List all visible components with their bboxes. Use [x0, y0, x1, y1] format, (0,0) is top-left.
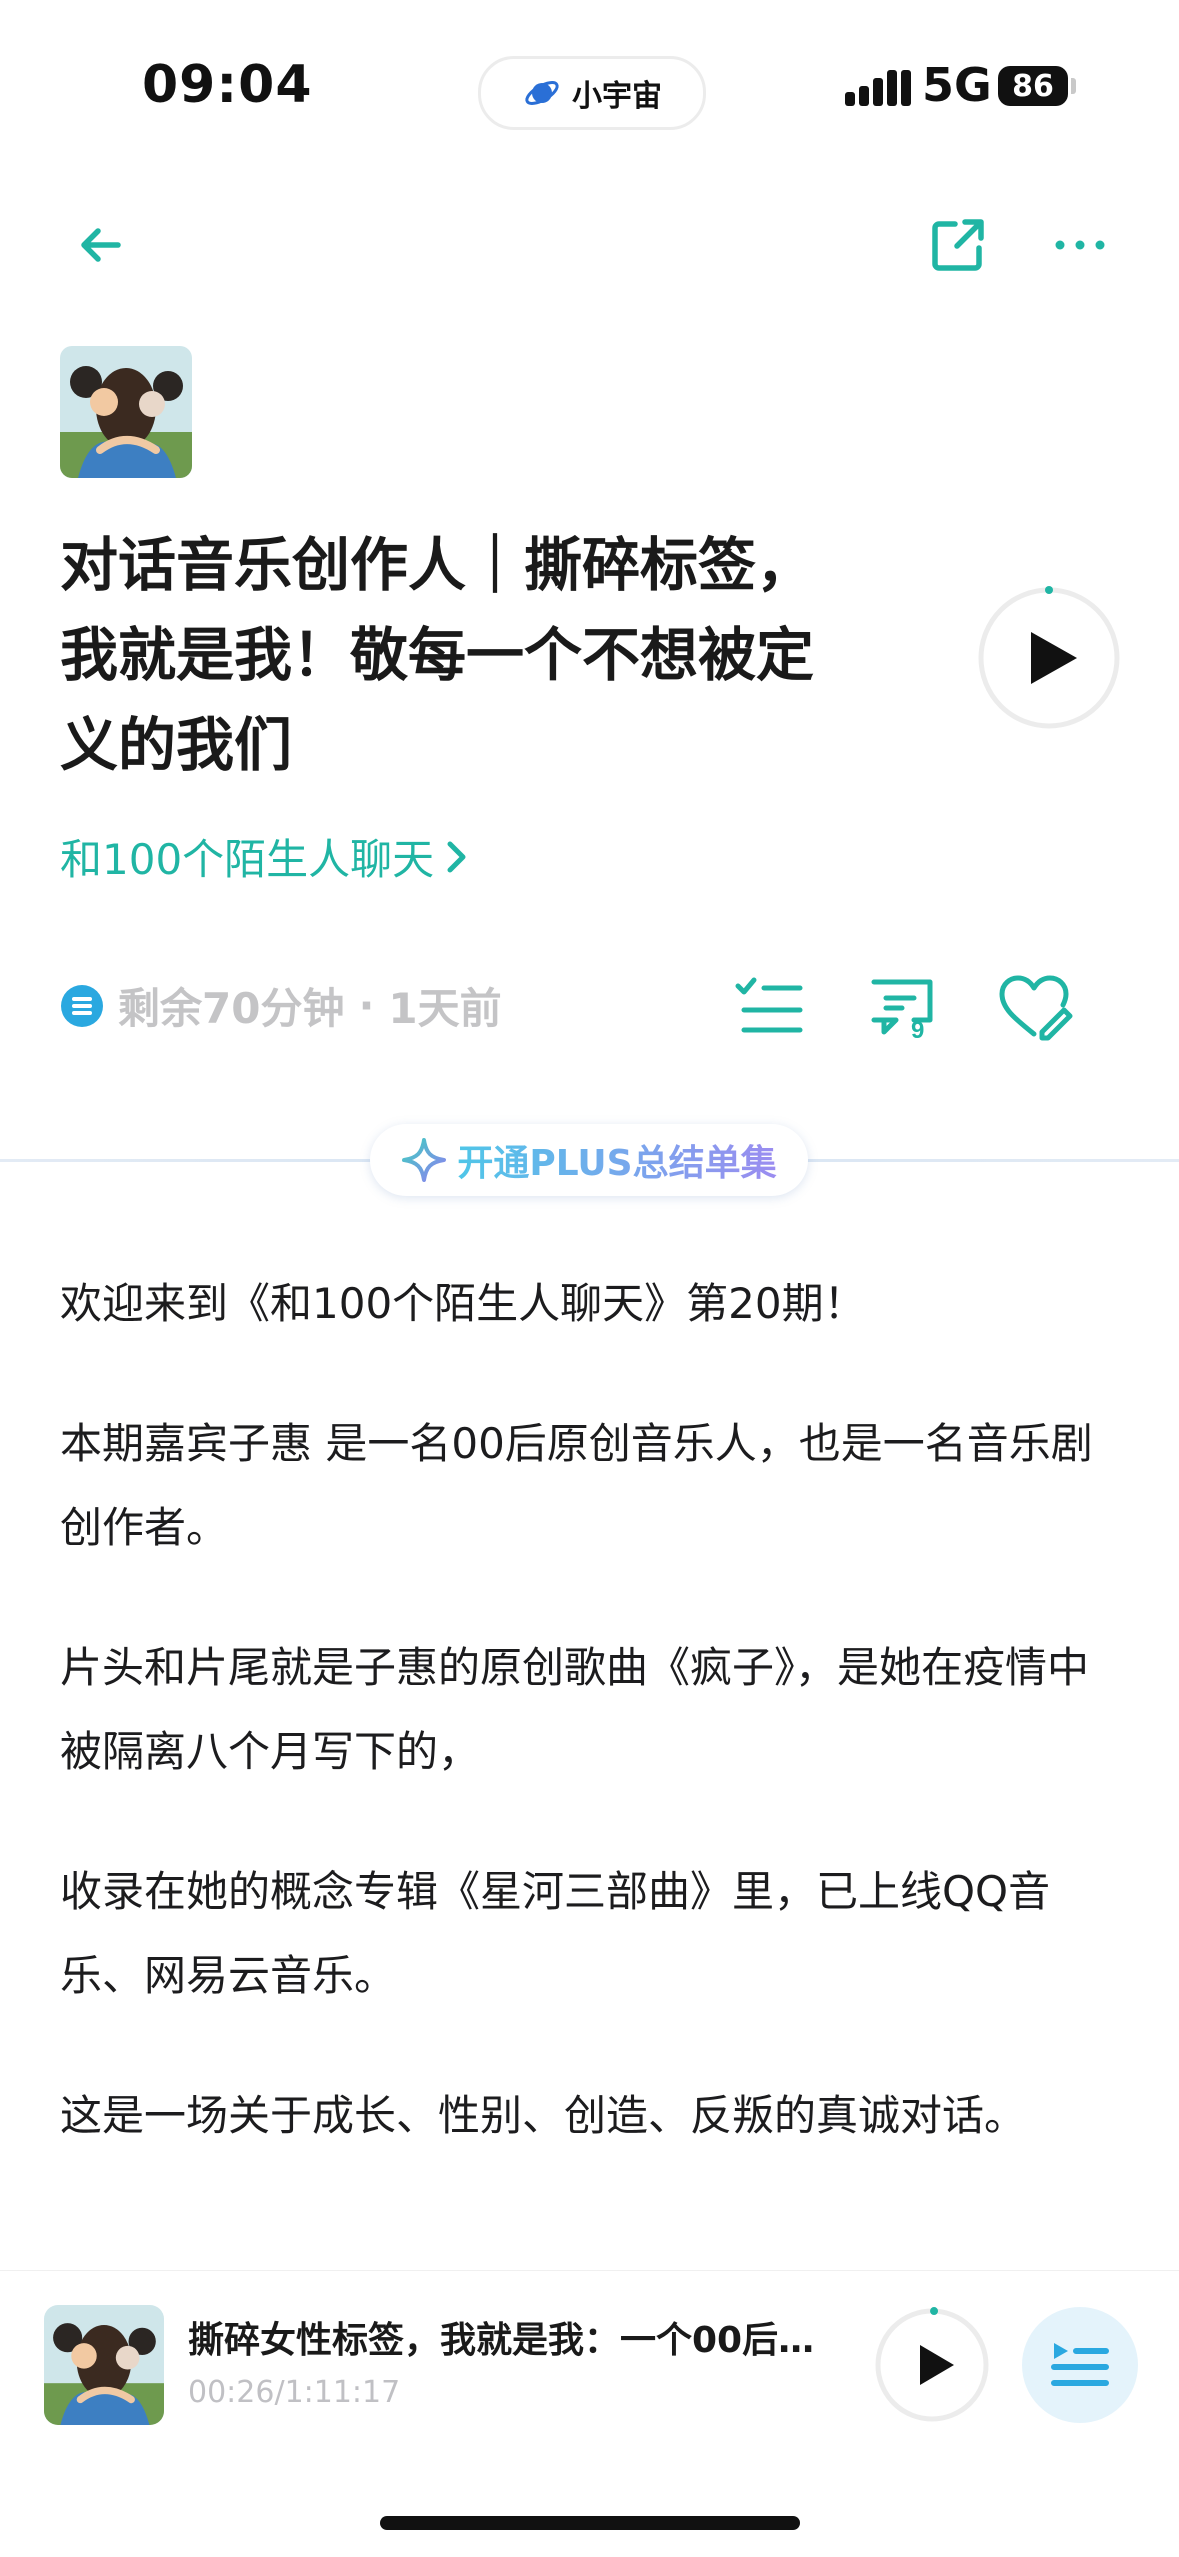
plus-summary-label: 开通PLUS总结单集 — [457, 1134, 776, 1186]
favorite-button[interactable] — [994, 968, 1074, 1048]
cellular-signal-icon — [845, 70, 911, 106]
share-button[interactable] — [918, 205, 998, 285]
comment-count: 9 — [911, 1017, 924, 1044]
app-island[interactable]: 小宇宙 — [478, 56, 706, 130]
mini-player-time: 00:26/1:11:17 — [188, 2375, 401, 2410]
podcast-link[interactable]: 和100个陌生人聊天 — [60, 826, 470, 887]
play-icon — [875, 2307, 989, 2422]
shownotes-paragraph: 收录在她的概念专辑《星河三部曲》里，已上线QQ音乐、网易云音乐。 — [60, 1867, 1051, 2000]
publish-time: 1天前 — [388, 984, 502, 1033]
remaining-time: 剩余70分钟 — [118, 984, 345, 1033]
mini-play-button[interactable] — [874, 2307, 990, 2423]
episode-meta: 剩余70分钟 · 1天前 — [60, 975, 502, 1036]
mini-player[interactable]: 撕碎女性标签，我就是我：一个00后原创音乐人的真诚对话 00:26/1:11:1… — [0, 2270, 1179, 2557]
back-button[interactable] — [60, 205, 140, 285]
shownotes-paragraph: 欢迎来到《和100个陌生人聊天》第20期！ — [60, 1279, 866, 1328]
playlist-icon — [1051, 2343, 1109, 2386]
island-label: 小宇宙 — [572, 79, 662, 114]
status-bar: 09:04 小宇宙 5G 86 — [0, 0, 1179, 175]
more-icon — [1055, 240, 1105, 250]
more-button[interactable] — [1040, 205, 1120, 285]
cover-illustration — [60, 346, 192, 478]
shownotes-paragraph: 片头和片尾就是子惠的原创歌曲《疯子》，是她在疫情中被隔离八个月写下的， — [60, 1643, 1090, 1776]
add-to-playlist-button[interactable] — [730, 968, 810, 1048]
sparkle-icon — [402, 1138, 447, 1182]
cover-illustration — [44, 2305, 164, 2425]
home-indicator — [380, 2516, 800, 2530]
meta-separator: · — [358, 981, 375, 1030]
battery-nub — [1071, 78, 1076, 94]
network-type: 5G — [922, 58, 992, 112]
playlist-button[interactable] — [1022, 2307, 1138, 2423]
chevron-right-icon — [447, 841, 466, 872]
progress-dot — [1045, 586, 1053, 594]
episode-title: 对话音乐创作人｜撕碎标签，我就是我！敬每一个不想被定义的我们 — [60, 531, 815, 779]
comment-icon: 9 — [871, 979, 933, 1044]
comments-button[interactable]: 9 — [862, 968, 942, 1048]
arrow-left-icon — [81, 228, 121, 262]
shownotes-paragraph: 这是一场关于成长、性别、创造、反叛的真诚对话。 — [60, 2091, 1027, 2140]
podcast-name: 和100个陌生人聊天 — [60, 835, 435, 884]
play-icon — [978, 586, 1120, 729]
plus-summary-button[interactable]: 开通PLUS总结单集 — [370, 1124, 808, 1196]
play-button[interactable] — [976, 585, 1122, 731]
planet-icon — [525, 81, 559, 105]
heart-edit-icon — [999, 975, 1073, 1041]
shownotes-paragraph: 本期嘉宾子惠 是一名00后原创音乐人，也是一名音乐剧创作者。 — [60, 1419, 1093, 1552]
checklist-icon — [735, 977, 803, 1033]
shownotes: 欢迎来到《和100个陌生人聊天》第20期！ 本期嘉宾子惠 是一名00后原创音乐人… — [60, 1262, 1130, 2214]
content-fade — [0, 2150, 1179, 2270]
episode-cover — [60, 346, 192, 478]
mini-player-title[interactable]: 撕碎女性标签，我就是我：一个00后原创音乐人的真诚对话 — [188, 2311, 818, 2363]
battery-indicator: 86 — [998, 66, 1068, 106]
progress-dot — [930, 2307, 939, 2316]
mini-player-cover[interactable] — [44, 2305, 164, 2425]
status-time: 09:04 — [142, 55, 313, 115]
list-circle-icon — [61, 984, 103, 1027]
share-icon — [932, 219, 984, 271]
